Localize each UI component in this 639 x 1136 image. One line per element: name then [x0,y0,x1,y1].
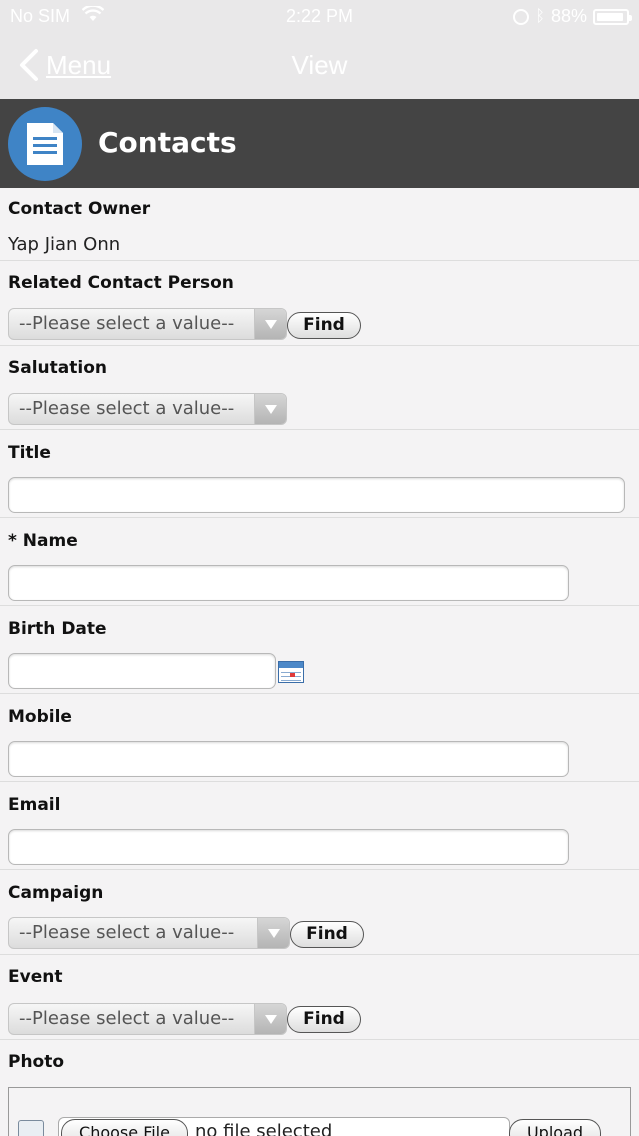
mobile-row: Mobile [0,694,639,782]
salutation-row: Salutation --Please select a value-- [0,346,639,430]
event-find-button[interactable]: Find [287,1006,361,1033]
title-input[interactable] [8,477,625,513]
related-contact-select[interactable]: --Please select a value-- [8,308,287,340]
campaign-find-button[interactable]: Find [290,921,364,948]
image-file-icon [18,1120,44,1136]
salutation-select-value: --Please select a value-- [19,398,235,419]
campaign-label: Campaign [8,883,104,903]
email-input[interactable] [8,829,569,865]
contact-owner-label: Contact Owner [8,199,151,219]
mobile-input[interactable] [8,741,569,777]
email-label: Email [8,795,61,815]
bluetooth-icon: ᛒ [535,7,545,25]
mobile-label: Mobile [8,707,72,727]
salutation-label: Salutation [8,358,107,378]
battery-percent: 88% [550,6,587,26]
document-icon [8,107,82,181]
chevron-down-icon [254,309,286,339]
event-row: Event --Please select a value-- Find [0,955,639,1040]
name-label: * Name [8,531,78,551]
title-label: Title [8,443,51,463]
upload-button[interactable]: Upload [509,1119,601,1136]
choose-file-button[interactable]: Choose File [61,1119,188,1136]
contact-owner-row: Contact Owner Yap Jian Onn [0,188,639,261]
page-title: Contacts [98,126,237,159]
title-row: Title [0,430,639,518]
birth-date-input[interactable] [8,653,276,689]
campaign-row: Campaign --Please select a value-- Find [0,870,639,955]
top-bar: No SIM 2:22 PM ᛒ 88% Menu View [0,0,639,99]
event-select-value: --Please select a value-- [19,1008,235,1029]
nav-title: View [291,50,348,80]
name-row: * Name [0,518,639,606]
related-contact-row: Related Contact Person --Please select a… [0,261,639,346]
related-contact-select-value: --Please select a value-- [19,313,235,334]
no-file-text: no file selected [195,1121,333,1136]
photo-label: Photo [8,1052,65,1072]
event-label: Event [8,967,63,987]
section-header: Contacts [0,99,639,188]
calendar-icon[interactable] [278,661,304,683]
birth-date-row: Birth Date [0,606,639,694]
battery-icon [593,8,632,25]
contact-owner-value: Yap Jian Onn [8,234,121,255]
campaign-select[interactable]: --Please select a value-- [8,917,290,949]
salutation-select[interactable]: --Please select a value-- [8,393,287,425]
event-select[interactable]: --Please select a value-- [8,1003,287,1035]
chevron-down-icon [254,1004,286,1034]
name-input[interactable] [8,565,569,601]
rotation-lock-icon [513,8,530,25]
status-right: ᛒ 88% [513,6,632,27]
email-row: Email [0,782,639,870]
chevron-down-icon [257,918,289,948]
birth-date-label: Birth Date [8,619,107,639]
related-contact-find-button[interactable]: Find [287,312,361,339]
campaign-select-value: --Please select a value-- [19,922,235,943]
chevron-down-icon [254,394,286,424]
related-contact-label: Related Contact Person [8,273,234,293]
